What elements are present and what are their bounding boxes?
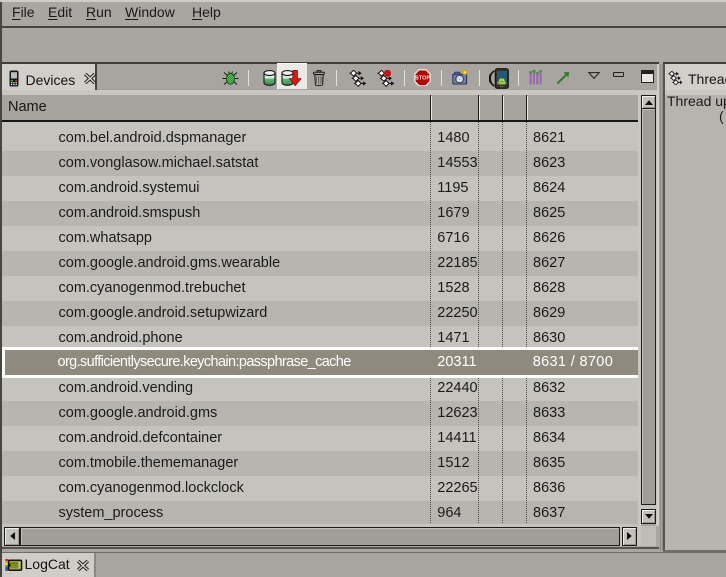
- svg-text:STOP: STOP: [415, 75, 430, 81]
